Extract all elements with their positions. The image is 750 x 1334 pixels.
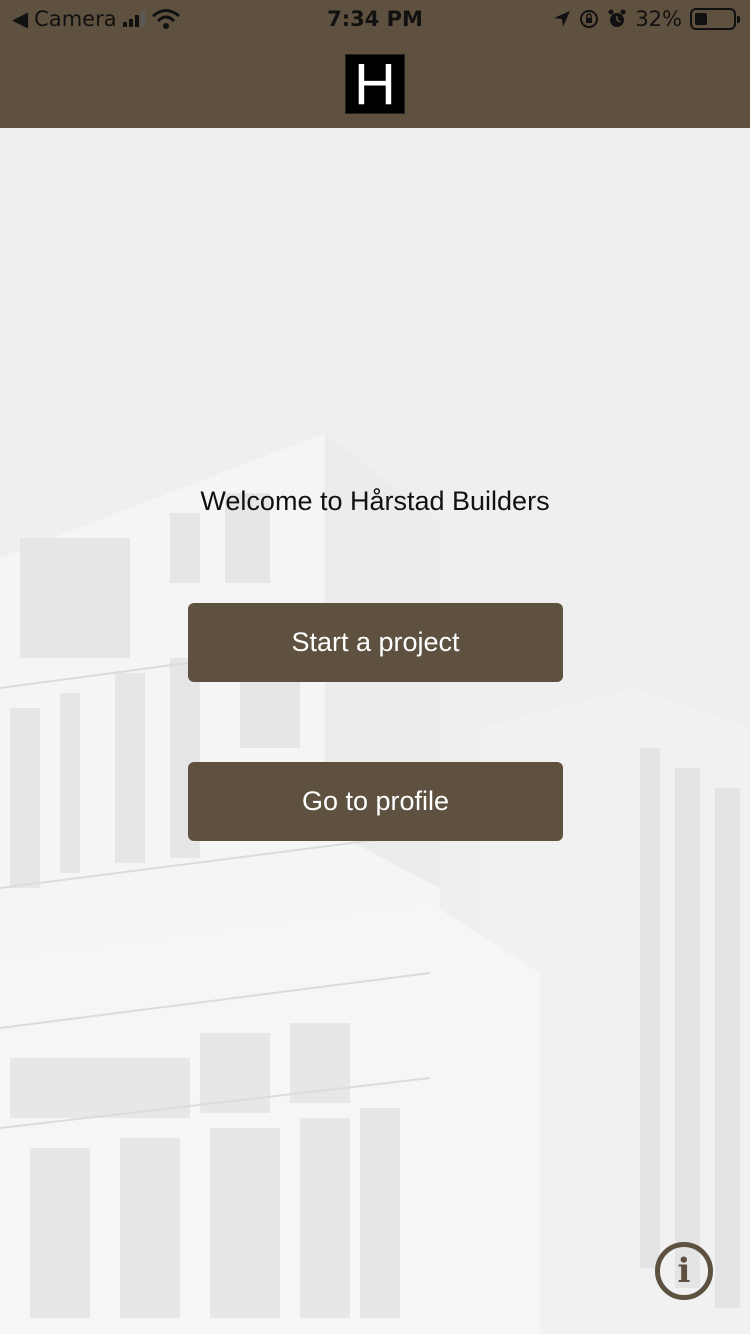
status-bar: ◀ Camera 7:34 PM 32%: [0, 0, 750, 40]
rotation-lock-icon: [580, 10, 599, 28]
building-background-image: [0, 128, 750, 1334]
go-to-profile-button[interactable]: Go to profile: [188, 762, 563, 841]
alarm-icon: [608, 9, 626, 27]
info-icon-glyph: i: [677, 1251, 691, 1291]
location-icon: [554, 11, 571, 27]
brand-logo: H: [345, 54, 405, 115]
status-right-icons: 32%: [553, 7, 740, 31]
info-icon[interactable]: i: [655, 1242, 713, 1300]
header-bar: ◀ Camera 7:34 PM 32% H: [0, 0, 750, 128]
welcome-heading: Welcome to Hårstad Builders: [200, 486, 550, 516]
screen: ◀ Camera 7:34 PM 32% H Welcome to Hårsta…: [0, 0, 750, 1334]
battery-icon: [690, 8, 740, 30]
battery-percent: 32%: [635, 7, 682, 31]
go-to-profile-label: Go to profile: [301, 786, 450, 816]
battery-level-fill: [695, 13, 707, 25]
start-project-button[interactable]: Start a project: [188, 603, 563, 682]
start-project-label: Start a project: [291, 627, 460, 657]
